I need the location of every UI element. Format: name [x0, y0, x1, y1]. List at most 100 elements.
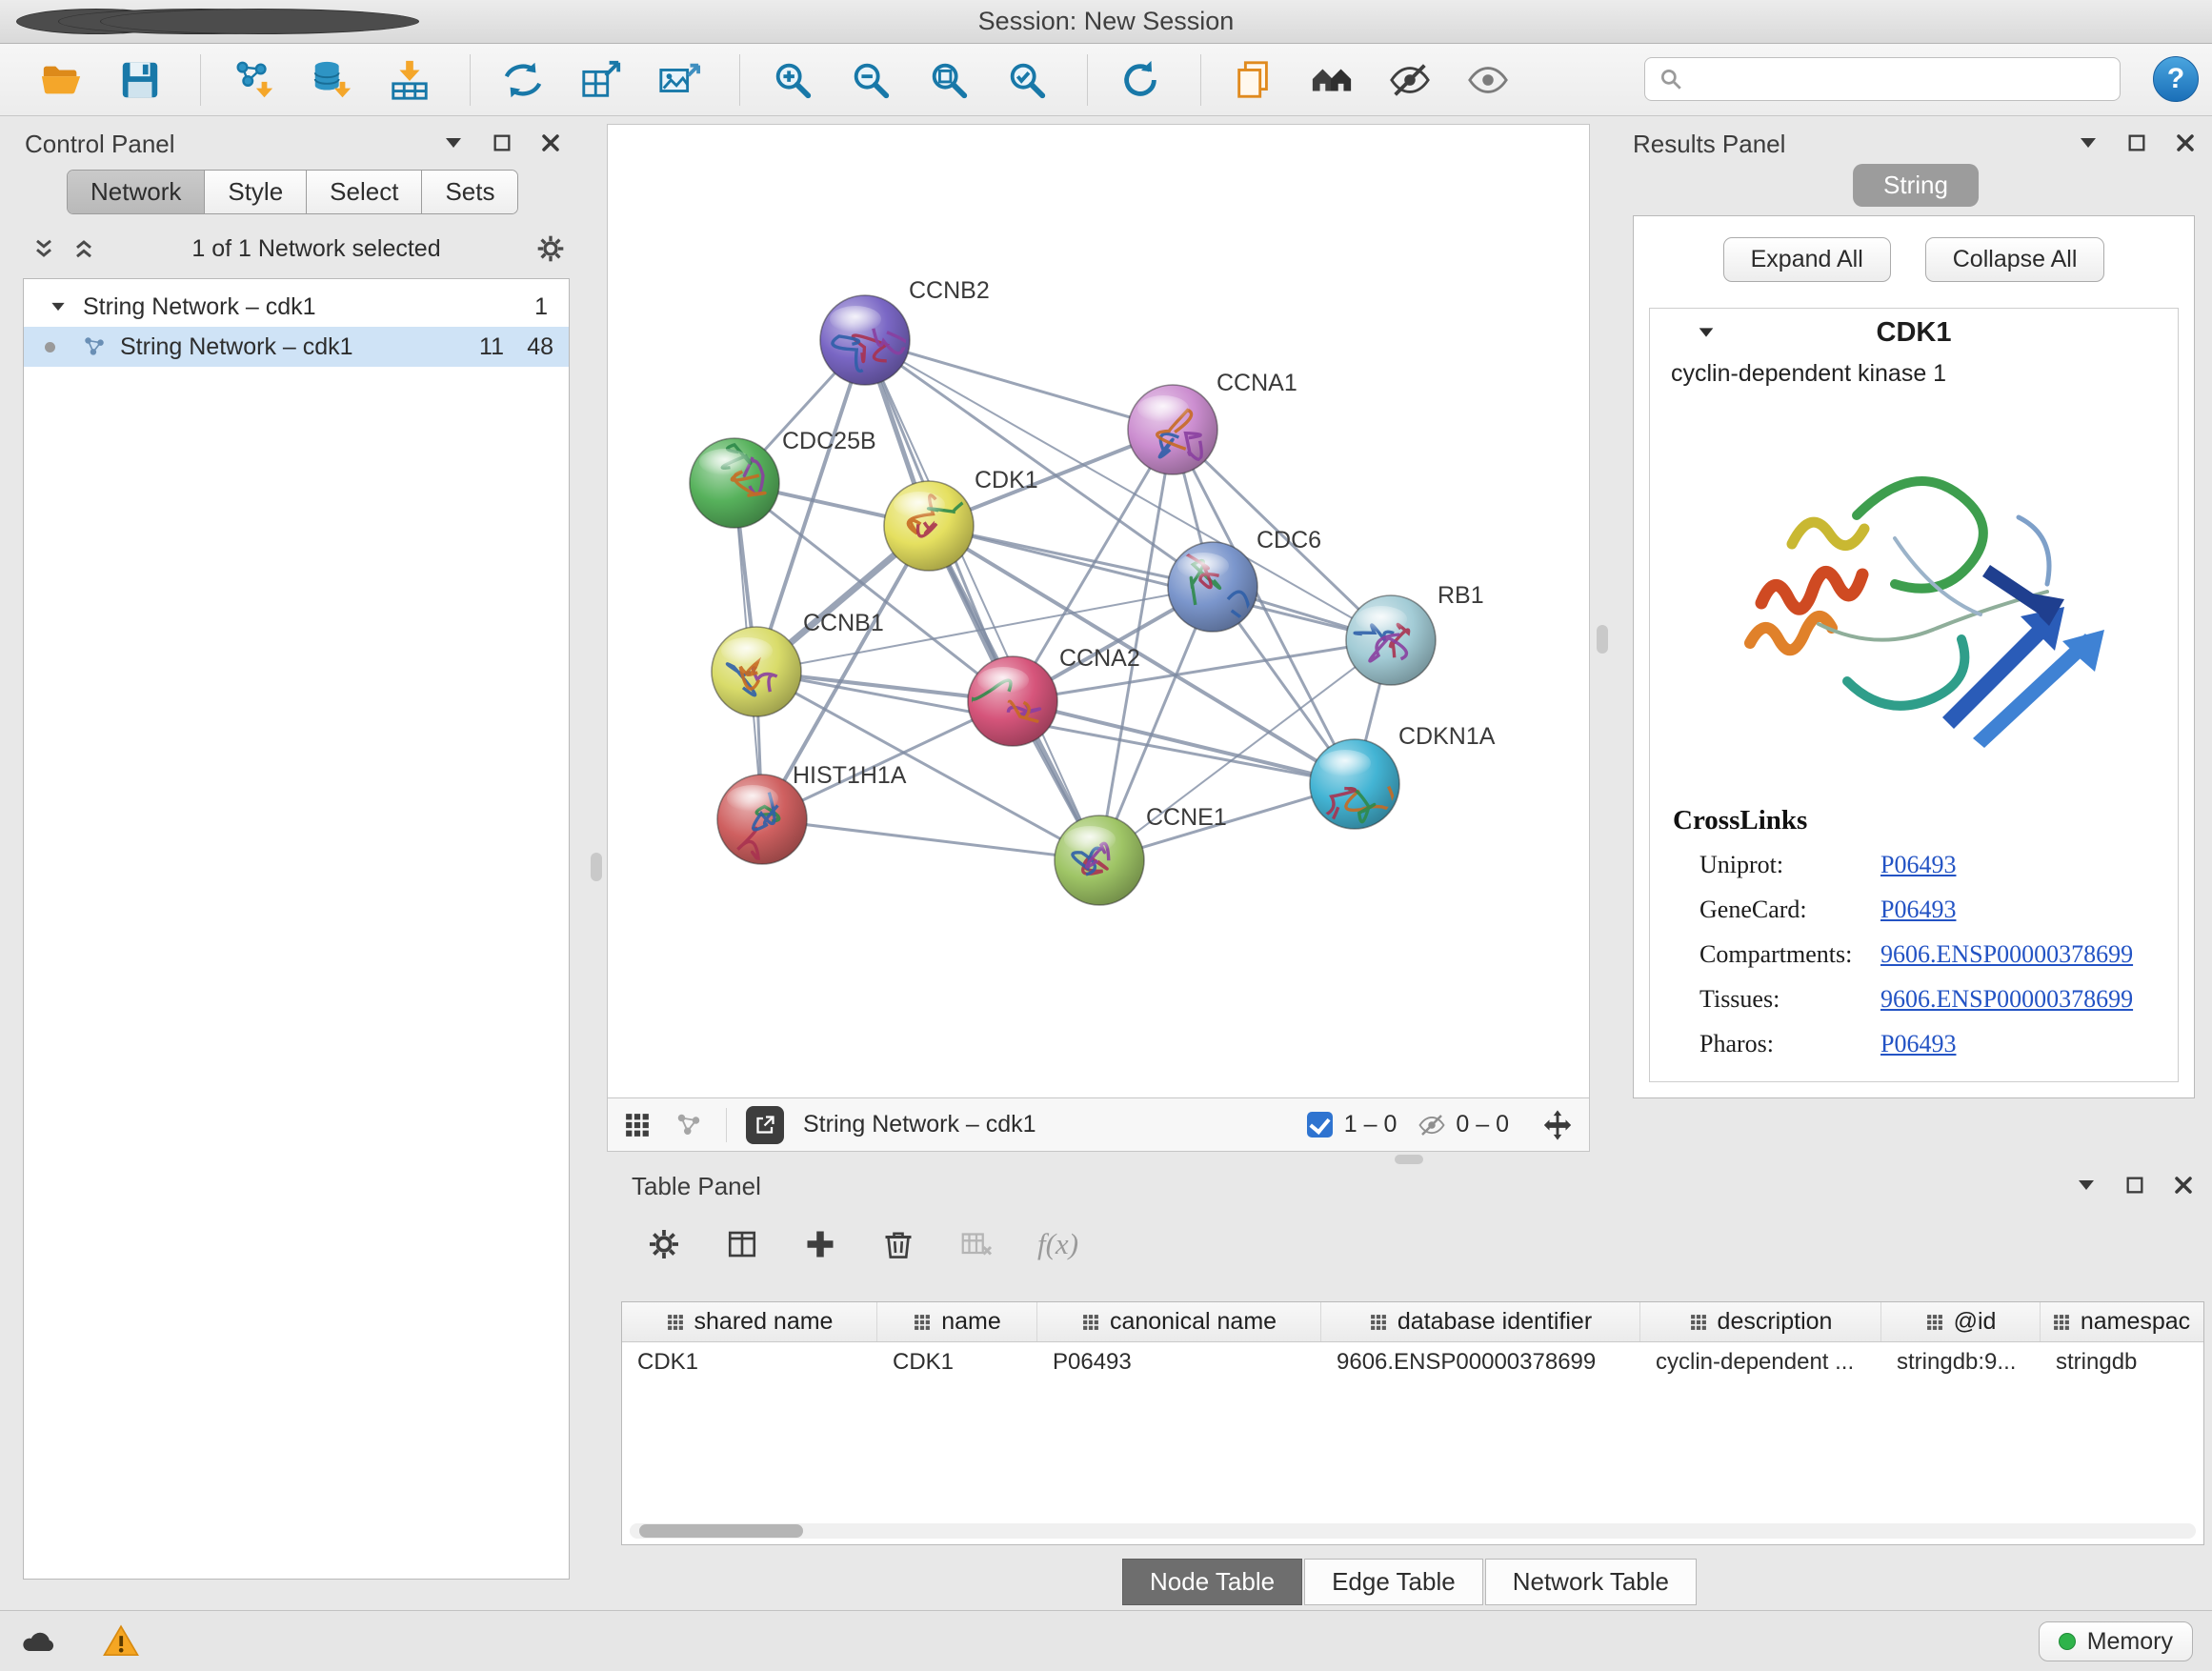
panel-maximize-icon[interactable]: [492, 132, 513, 153]
column-header-namespace[interactable]: namespac: [2041, 1302, 2202, 1341]
panel-close-icon[interactable]: [539, 131, 562, 154]
zoom-in-button[interactable]: [769, 52, 816, 108]
crosslink-link[interactable]: P06493: [1880, 895, 1956, 925]
table-settings-gear-icon[interactable]: [647, 1227, 681, 1261]
tab-network[interactable]: Network: [68, 171, 205, 213]
search-box[interactable]: [1644, 57, 2121, 101]
panel-float-icon[interactable]: [442, 131, 465, 154]
panel-float-icon[interactable]: [2077, 131, 2100, 154]
move-crosshair-icon[interactable]: [1541, 1109, 1574, 1141]
current-network-bullet: [45, 342, 55, 352]
column-header-label: @id: [1954, 1308, 1997, 1336]
table-row[interactable]: CDK1 CDK1 P06493 9606.ENSP00000378699 cy…: [622, 1342, 2203, 1382]
horizontal-splitter-handle[interactable]: [1395, 1155, 1423, 1164]
expand-all-button[interactable]: Expand All: [1723, 237, 1891, 282]
panel-maximize-icon[interactable]: [2126, 132, 2147, 153]
crosslink-link[interactable]: P06493: [1880, 1029, 1956, 1059]
birds-eye-view-icon[interactable]: [623, 1111, 652, 1139]
application-window: { "window": { "title": "Session: New Ses…: [0, 0, 2212, 1671]
collapse-all-icon[interactable]: [30, 235, 57, 262]
network-row[interactable]: String Network – cdk1 11 48: [24, 327, 569, 367]
collapse-all-button[interactable]: Collapse All: [1925, 237, 2105, 282]
right-splitter-handle[interactable]: [1597, 625, 1608, 654]
toolbar-separator: [200, 54, 201, 106]
crosslink-link[interactable]: 9606.ENSP00000378699: [1880, 939, 2133, 970]
expander-triangle-icon[interactable]: [49, 297, 68, 316]
tab-select[interactable]: Select: [307, 171, 422, 213]
scrollbar-thumb[interactable]: [639, 1524, 803, 1538]
import-table-button[interactable]: [386, 52, 433, 108]
delete-column-icon[interactable]: [881, 1227, 915, 1261]
column-header-canonical-name[interactable]: canonical name: [1037, 1302, 1321, 1341]
gear-icon[interactable]: [535, 233, 566, 264]
function-builder-button[interactable]: f(x): [1037, 1227, 1078, 1261]
warnings-button[interactable]: [99, 1620, 143, 1663]
tab-sets[interactable]: Sets: [422, 171, 517, 213]
network-graph[interactable]: CCNB2CCNA1CDC25BCDK1CDC6RB1CCNB1CCNA2CDK…: [608, 125, 1589, 1097]
refresh-view-button[interactable]: [1116, 52, 1164, 108]
houses-icon: [1310, 58, 1354, 102]
hide-graphics-button[interactable]: [1386, 52, 1434, 108]
left-splitter-handle[interactable]: [591, 853, 602, 881]
column-header-label: canonical name: [1110, 1308, 1277, 1336]
table-panel-title: Table Panel: [632, 1172, 761, 1201]
open-session-button[interactable]: [38, 52, 86, 108]
column-header-id[interactable]: @id: [1881, 1302, 2041, 1341]
panel-close-icon[interactable]: [2172, 1174, 2195, 1197]
network-collection-row[interactable]: String Network – cdk1 1: [24, 287, 569, 327]
panel-float-icon[interactable]: [2075, 1174, 2098, 1197]
table-tabs: Node Table Edge Table Network Table: [607, 1559, 2212, 1605]
new-network-from-selection-button[interactable]: [577, 52, 625, 108]
memory-button[interactable]: Memory: [2039, 1621, 2193, 1661]
export-image-button[interactable]: [655, 52, 703, 108]
expand-all-icon[interactable]: [70, 235, 97, 262]
panel-close-icon[interactable]: [2174, 131, 2197, 154]
tab-node-table[interactable]: Node Table: [1122, 1559, 1302, 1605]
tab-style[interactable]: Style: [205, 171, 307, 213]
zoom-out-button[interactable]: [847, 52, 895, 108]
svg-text:CCNA1: CCNA1: [1217, 370, 1297, 396]
network-icon: [82, 334, 107, 359]
separator: [726, 1108, 727, 1142]
search-input[interactable]: [1693, 66, 2106, 92]
crosslink-link[interactable]: 9606.ENSP00000378699: [1880, 984, 2133, 1015]
title-bar: Session: New Session: [0, 0, 2212, 44]
column-header-database-identifier[interactable]: database identifier: [1321, 1302, 1640, 1341]
tab-edge-table[interactable]: Edge Table: [1304, 1559, 1483, 1605]
cloud-icon: [20, 1622, 58, 1661]
show-graphics-button[interactable]: [1464, 52, 1512, 108]
crosslink-link[interactable]: P06493: [1880, 850, 1956, 880]
network-share-icon[interactable]: [674, 1111, 703, 1139]
panel-maximize-icon[interactable]: [2124, 1175, 2145, 1196]
import-table-icon: [388, 58, 432, 102]
toolbar-separator: [1087, 54, 1088, 106]
table-cell: stringdb: [2041, 1342, 2202, 1382]
selected-checkbox[interactable]: [1307, 1112, 1333, 1137]
column-header-name[interactable]: name: [877, 1302, 1037, 1341]
annotation-button[interactable]: [1230, 52, 1277, 108]
zoom-selected-button[interactable]: [1003, 52, 1051, 108]
column-header-description[interactable]: description: [1640, 1302, 1881, 1341]
collapse-triangle-icon[interactable]: [1696, 322, 1717, 343]
window-title: Session: New Session: [978, 7, 1235, 36]
save-session-button[interactable]: [116, 52, 164, 108]
import-network-database-button[interactable]: [308, 52, 355, 108]
column-header-shared-name[interactable]: shared name: [622, 1302, 877, 1341]
string-tab[interactable]: String: [1853, 164, 1979, 207]
show-columns-icon[interactable]: [725, 1227, 759, 1261]
zoom-out-icon: [849, 58, 893, 102]
help-button[interactable]: ?: [2153, 56, 2199, 102]
network-canvas[interactable]: CCNB2CCNA1CDC25BCDK1CDC6RB1CCNB1CCNA2CDK…: [607, 124, 1590, 1098]
zoom-fit-button[interactable]: [925, 52, 973, 108]
collection-count: 1: [534, 293, 548, 321]
network-tools-button[interactable]: [499, 52, 547, 108]
tab-network-table[interactable]: Network Table: [1485, 1559, 1697, 1605]
import-network-file-button[interactable]: [230, 52, 277, 108]
add-column-icon[interactable]: [803, 1227, 837, 1261]
detach-view-button[interactable]: [746, 1106, 784, 1144]
window-zoom-button[interactable]: [100, 9, 419, 34]
cloud-button[interactable]: [17, 1620, 61, 1663]
protein-card-header[interactable]: CDK1: [1650, 309, 2178, 356]
home-button[interactable]: [1308, 52, 1356, 108]
column-header-label: shared name: [694, 1308, 834, 1336]
